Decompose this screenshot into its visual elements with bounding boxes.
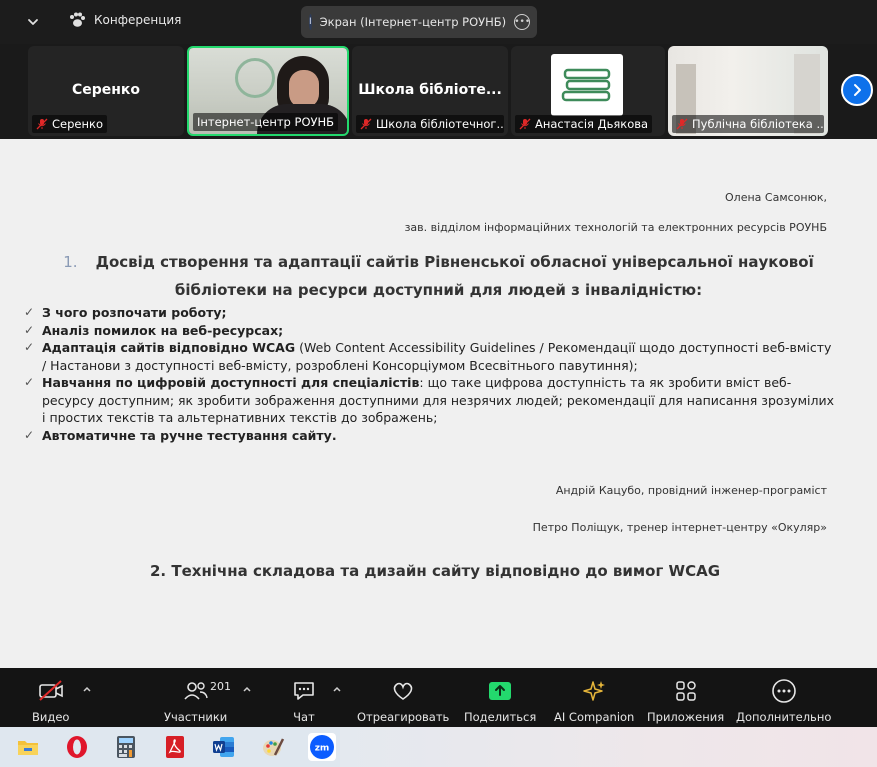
os-taskbar: zm — [0, 727, 877, 767]
participant-tile[interactable]: Школа бібліоте... Школа бібліотечног... — [352, 46, 508, 136]
participants-count: 201 — [210, 680, 231, 693]
checklist: ✓ З чого розпочати роботу; ✓ Аналіз помило… — [24, 304, 834, 444]
list-item: ✓ Аналіз помилок на веб-ресурсах; — [24, 322, 284, 338]
participant-name: Публічна бібліотека ... — [692, 117, 824, 131]
avatar — [551, 54, 623, 116]
mic-muted-icon — [360, 118, 372, 130]
more-button[interactable]: Дополнительно — [736, 678, 831, 724]
participant-big-name: Серенко — [71, 82, 141, 98]
calculator-icon[interactable] — [112, 733, 140, 761]
list-item: ✓ Адаптація сайтів відповідно WCAG (Web C… — [24, 340, 832, 373]
section2-title: 2. Технічна складова та дизайн сайту від… — [150, 562, 720, 580]
author-title: зав. відділом інформаційних технологій т… — [404, 221, 827, 234]
share-button[interactable]: Поделиться — [464, 678, 536, 724]
section1-title: 1. Досвід створення та адаптації сайтів Р… — [0, 253, 877, 271]
person-face — [289, 70, 319, 108]
participant-tile[interactable]: Публічна бібліотека ... — [668, 46, 828, 136]
taskbar-background — [340, 727, 877, 767]
participant-tile[interactable]: Серенко Серенко — [28, 46, 184, 136]
chevron-up-icon[interactable] — [82, 684, 92, 694]
participant-name: Серенко — [52, 117, 103, 131]
check-icon: ✓ — [24, 305, 35, 319]
speaker-2: Петро Поліщук, тренер інтернет-центру «О… — [532, 521, 827, 534]
chat-button[interactable]: Чат — [291, 678, 317, 724]
participant-name: Анастасія Дьякова — [535, 117, 649, 131]
apps-icon — [675, 681, 696, 701]
participants-icon — [184, 682, 208, 700]
paint-icon[interactable] — [259, 733, 287, 761]
zoom-icon[interactable]: zm — [308, 733, 336, 761]
zoom-window: Конференция I Экран (Інтернет-центр РОУН… — [0, 0, 877, 767]
list-item: ✓ З чого розпочати роботу; — [24, 305, 227, 320]
word-icon[interactable] — [210, 733, 238, 761]
chevron-up-icon[interactable] — [332, 684, 342, 694]
participant-strip: Серенко Серенко Інтернет-центр РОУНБ Шко… — [0, 44, 877, 139]
opera-icon[interactable] — [63, 733, 91, 761]
section-number: 1. — [63, 253, 78, 271]
ai-companion-button[interactable]: AI Companion — [554, 678, 634, 724]
share-title: Экран (Інтернет-центр РОУНБ) — [319, 15, 507, 29]
react-button[interactable]: Отреагировать — [357, 678, 449, 724]
file-explorer-icon[interactable] — [14, 733, 42, 761]
participant-label: Анастасія Дьякова — [515, 115, 653, 133]
sparkle-icon — [583, 681, 606, 701]
list-item: ✓ Навчання по цифровій доступності для сп… — [24, 375, 834, 425]
meeting-toolbar: Видео Участники 201 Чат Отреагировать По… — [0, 668, 877, 727]
participant-tile[interactable]: Анастасія Дьякова — [511, 46, 665, 136]
chevron-down-icon[interactable] — [24, 13, 42, 31]
sharer-avatar: I — [309, 14, 312, 30]
check-icon: ✓ — [24, 340, 35, 354]
pdf-reader-icon[interactable] — [161, 733, 189, 761]
section1-title-line2: бібліотеки на ресурси доступний для люде… — [174, 281, 703, 299]
meeting-info[interactable]: Конференция — [68, 12, 181, 28]
participant-name: Інтернет-центр РОУНБ — [197, 115, 335, 129]
participant-label: Інтернет-центр РОУНБ — [193, 113, 339, 131]
participant-label: Школа бібліотечног... — [356, 115, 504, 133]
books-icon — [561, 68, 611, 102]
apps-button[interactable]: Приложения — [647, 678, 724, 724]
library-logo — [235, 58, 275, 98]
section1-title-line1: Досвід створення та адаптації сайтів Рів… — [95, 253, 814, 271]
author-name: Олена Самсонюк, — [725, 191, 827, 204]
more-icon — [771, 679, 796, 703]
speaker-1: Андрій Кацубо, провідний інженер-програм… — [555, 484, 827, 497]
mic-muted-icon — [36, 118, 48, 130]
participant-name: Школа бібліотечног... — [376, 117, 504, 131]
video-button[interactable]: Видео — [32, 678, 69, 724]
check-icon: ✓ — [24, 427, 35, 442]
video-off-icon — [38, 680, 63, 701]
check-icon: ✓ — [24, 375, 35, 389]
chevron-right-icon — [854, 84, 861, 96]
participant-label: Публічна бібліотека ... — [672, 115, 824, 133]
svg-text:zm: zm — [315, 744, 330, 754]
list-item: ✓ Автоматичне та ручне тестування сайту. — [24, 427, 337, 443]
meeting-label: Конференция — [94, 13, 182, 27]
screen-share-pill[interactable]: I Экран (Інтернет-центр РОУНБ) ••• — [301, 6, 537, 38]
heart-icon — [393, 682, 413, 700]
shared-screen: Олена Самсонюк, зав. відділом інформацій… — [0, 139, 877, 668]
more-options-icon[interactable]: ••• — [514, 14, 531, 30]
chat-icon — [294, 682, 314, 700]
next-page-button[interactable] — [841, 74, 873, 106]
participant-big-name: Школа бібліоте... — [358, 82, 502, 98]
share-screen-icon — [489, 682, 512, 700]
top-bar: Конференция I Экран (Інтернет-центр РОУН… — [0, 0, 877, 44]
participant-tile-active[interactable]: Інтернет-центр РОУНБ — [187, 46, 349, 136]
mic-muted-icon — [519, 118, 531, 130]
participant-label: Серенко — [32, 115, 107, 133]
paw-icon — [70, 12, 85, 27]
chevron-up-icon[interactable] — [242, 684, 252, 694]
mic-muted-icon — [676, 118, 688, 130]
check-icon: ✓ — [24, 322, 35, 337]
